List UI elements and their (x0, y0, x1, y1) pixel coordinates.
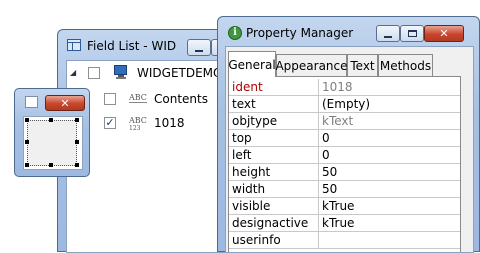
property-manager-close-button[interactable]: ✕ (424, 25, 464, 42)
field-1018-checkbox[interactable]: ✓ (104, 117, 116, 129)
property-row[interactable]: top 0 (229, 130, 460, 147)
property-value[interactable]: kTrue (322, 216, 354, 230)
property-row[interactable]: objtype kText (229, 113, 460, 130)
property-key: height (232, 165, 271, 179)
monitor-icon (113, 65, 129, 79)
property-key: userinfo (232, 233, 281, 247)
property-value[interactable]: 50 (322, 182, 337, 196)
resize-handle[interactable] (25, 118, 29, 122)
resize-handle[interactable] (75, 163, 79, 167)
property-key: text (232, 97, 256, 111)
property-row[interactable]: ident 1018 (229, 79, 460, 96)
resize-handle[interactable] (49, 118, 53, 122)
tab-methods[interactable]: Methods (378, 54, 433, 76)
widget-window-icon (25, 96, 38, 108)
widget-window: ✕ (14, 88, 90, 177)
property-value[interactable]: 50 (322, 165, 337, 179)
field-list-minimize-button[interactable] (187, 39, 211, 56)
contents-checkbox[interactable] (104, 93, 116, 105)
field-list-icon (67, 39, 81, 51)
property-key: top (232, 131, 252, 145)
abc-number-icon: ABC 123 (129, 116, 147, 133)
property-value[interactable]: kTrue (322, 199, 354, 213)
property-key: width (232, 182, 266, 196)
tab-text[interactable]: Text (347, 54, 378, 76)
tree-root-label[interactable]: WIDGETDEMO (137, 66, 222, 80)
property-key: left (232, 148, 252, 162)
resize-handle[interactable] (25, 140, 29, 144)
resize-handle[interactable] (25, 163, 29, 167)
resize-handle[interactable] (49, 163, 53, 167)
selected-field-box[interactable] (27, 120, 77, 166)
resize-handle[interactable] (75, 118, 79, 122)
field-list-title: Field List - WID (87, 39, 177, 53)
property-manager-maximize-button[interactable] (400, 25, 424, 42)
property-row[interactable]: text (Empty) (229, 96, 460, 113)
property-row[interactable]: userinfo (229, 232, 460, 249)
info-icon: i (228, 26, 242, 40)
property-key: ident (232, 80, 263, 94)
field-1018-label[interactable]: 1018 (154, 116, 185, 130)
tab-appearance[interactable]: Appearance (275, 54, 348, 76)
property-key: designactive (232, 216, 309, 230)
property-row[interactable]: designactive kTrue (229, 215, 460, 232)
property-value: kText (322, 114, 354, 128)
resize-handle[interactable] (75, 140, 79, 144)
property-value: 1018 (322, 80, 353, 94)
abc-text-icon: ABC (129, 93, 147, 103)
property-manager-minimize-button[interactable] (376, 25, 400, 42)
property-manager-title: Property Manager (246, 26, 354, 40)
property-value[interactable]: 0 (322, 131, 330, 145)
property-value[interactable]: (Empty) (322, 97, 370, 111)
widget-canvas[interactable] (23, 116, 83, 170)
property-row[interactable]: left 0 (229, 147, 460, 164)
property-row[interactable]: height 50 (229, 164, 460, 181)
property-row[interactable]: width 50 (229, 181, 460, 198)
property-value[interactable]: 0 (322, 148, 330, 162)
contents-label[interactable]: Contents (154, 92, 208, 106)
property-row[interactable]: visible kTrue (229, 198, 460, 215)
tab-general[interactable]: General (228, 51, 276, 77)
widget-close-button[interactable]: ✕ (45, 95, 85, 111)
tree-root-expander[interactable]: ◢ (70, 68, 79, 77)
property-key: visible (232, 199, 271, 213)
property-key: objtype (232, 114, 278, 128)
field-list-panel (66, 60, 238, 253)
tree-root-checkbox[interactable] (88, 67, 100, 79)
